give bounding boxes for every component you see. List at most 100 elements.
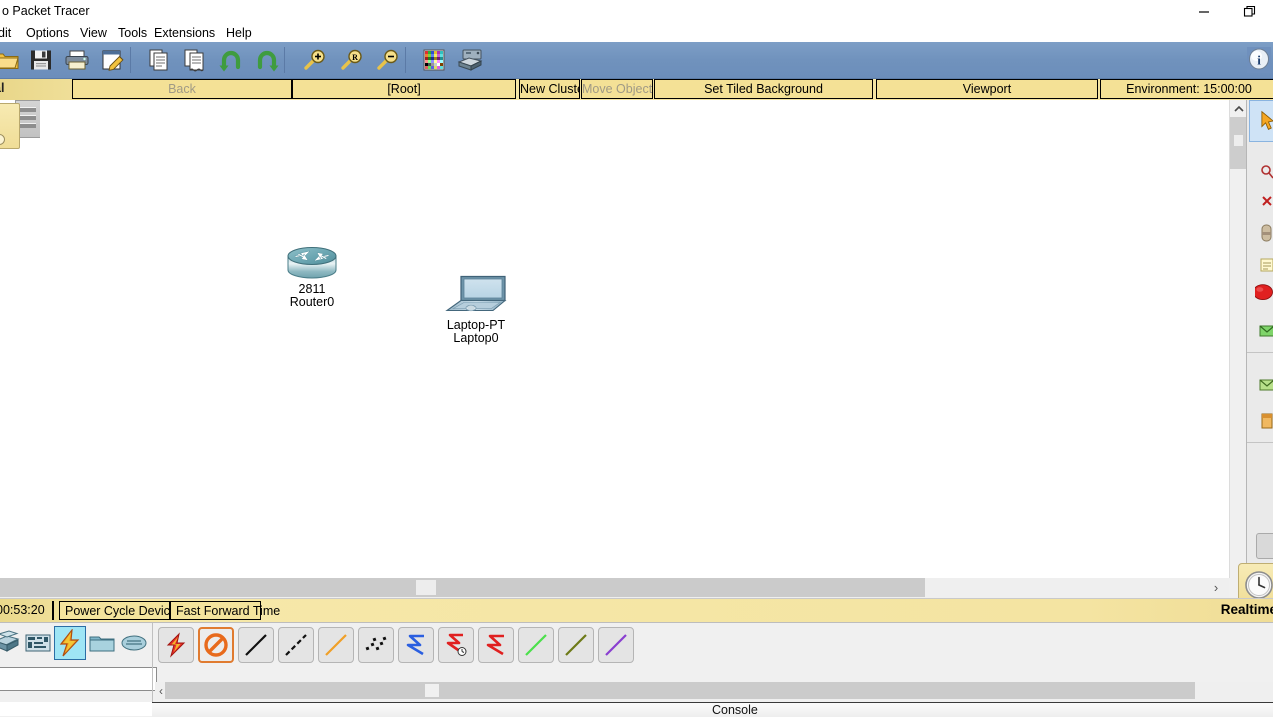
save-button[interactable] bbox=[26, 45, 56, 75]
back-button[interactable]: Back bbox=[72, 79, 292, 99]
resize-shape-tool[interactable] bbox=[1249, 216, 1273, 250]
vertical-scroll-thumb[interactable] bbox=[1230, 117, 1247, 169]
network-devices-type[interactable] bbox=[0, 626, 22, 660]
toolbar-separator bbox=[284, 47, 285, 73]
window-title: o Packet Tracer bbox=[2, 4, 90, 18]
move-object-button[interactable]: Move Object bbox=[581, 79, 653, 99]
connections-scroll-thumb[interactable] bbox=[425, 684, 439, 697]
palette-divider bbox=[1247, 442, 1273, 443]
phone-connection[interactable] bbox=[358, 627, 394, 663]
add-complex-pdu-tool[interactable] bbox=[1249, 368, 1273, 402]
restore-button[interactable] bbox=[1227, 0, 1273, 24]
serial-dte-connection[interactable] bbox=[478, 627, 514, 663]
palette-button[interactable] bbox=[419, 45, 449, 75]
main-toolbar: R i bbox=[0, 42, 1273, 79]
right-tool-palette bbox=[1246, 100, 1273, 578]
svg-text:R: R bbox=[352, 53, 358, 62]
palette-divider bbox=[1247, 352, 1273, 353]
delete-tool[interactable] bbox=[1249, 184, 1273, 218]
laptop-device[interactable]: Laptop-PT Laptop0 bbox=[411, 275, 541, 345]
left-dock-tab[interactable] bbox=[0, 103, 20, 149]
window-controls bbox=[1181, 0, 1273, 24]
open-file-button[interactable] bbox=[0, 45, 22, 75]
fiber-connection[interactable] bbox=[318, 627, 354, 663]
menu-help[interactable]: Help bbox=[222, 24, 256, 42]
laptop-icon bbox=[445, 275, 507, 317]
zoom-reset-button[interactable]: R bbox=[337, 45, 367, 75]
fast-forward-time-button[interactable]: Fast Forward Time bbox=[170, 601, 280, 620]
viewport-button[interactable]: Viewport bbox=[876, 79, 1098, 99]
console-label: Console bbox=[712, 703, 758, 717]
canvas-horizontal-scrollbar[interactable]: › bbox=[0, 578, 1229, 598]
menu-view[interactable]: View bbox=[76, 24, 111, 42]
connections-scroll-track[interactable] bbox=[165, 682, 1195, 699]
activity-wizard-button[interactable] bbox=[98, 45, 128, 75]
add-simple-pdu-tool[interactable] bbox=[1249, 314, 1273, 348]
menu-tools[interactable]: Tools bbox=[114, 24, 151, 42]
set-tiled-background-button[interactable]: Set Tiled Background bbox=[654, 79, 873, 99]
miscellaneous-type[interactable] bbox=[86, 626, 118, 660]
print-button[interactable] bbox=[62, 45, 92, 75]
root-cluster-button[interactable]: [Root] bbox=[292, 79, 516, 99]
new-cluster-button[interactable]: New Cluster bbox=[519, 79, 580, 99]
router-hostname-label: Router0 bbox=[289, 295, 335, 309]
logical-physical-label: al bbox=[0, 81, 5, 95]
toolbar-separator bbox=[405, 47, 406, 73]
custom-devices-button[interactable] bbox=[455, 45, 485, 75]
octal-connection[interactable] bbox=[518, 627, 554, 663]
undo-button[interactable] bbox=[216, 45, 246, 75]
copy-button[interactable] bbox=[144, 45, 174, 75]
power-cycle-devices-button[interactable]: Power Cycle Devices bbox=[59, 601, 183, 620]
zoom-out-button[interactable] bbox=[373, 45, 403, 75]
automatically-choose-connection[interactable] bbox=[158, 627, 194, 663]
bottom-left-filler bbox=[0, 702, 152, 716]
simulation-time-label: 00:53:20 bbox=[0, 603, 45, 617]
horizontal-scroll-thumb[interactable] bbox=[416, 580, 436, 595]
end-devices-type[interactable] bbox=[22, 626, 54, 660]
zoom-in-button[interactable] bbox=[300, 45, 330, 75]
select-tool[interactable] bbox=[1249, 100, 1273, 142]
mode-label: Realtime bbox=[1220, 602, 1273, 617]
device-type-row bbox=[0, 626, 150, 664]
device-search-input[interactable] bbox=[0, 667, 157, 691]
paste-button[interactable] bbox=[180, 45, 210, 75]
laptop-hostname-label: Laptop0 bbox=[453, 331, 499, 345]
status-bar: 00:53:20 Power Cycle Devices Fast Forwar… bbox=[0, 598, 1273, 623]
menu-extensions[interactable]: Extensions bbox=[150, 24, 219, 42]
minimize-button[interactable] bbox=[1181, 0, 1227, 24]
copper-crossover[interactable] bbox=[278, 627, 314, 663]
status-divider bbox=[52, 601, 54, 620]
console-bar: Console bbox=[152, 702, 1273, 717]
copper-straight-through[interactable] bbox=[238, 627, 274, 663]
scroll-right-arrow-icon[interactable]: › bbox=[1206, 578, 1226, 597]
secondary-toolbar: al Back [Root] New Cluster Move Object S… bbox=[0, 79, 1273, 101]
info-button[interactable]: i bbox=[1245, 45, 1273, 75]
left-dock-panel bbox=[0, 100, 42, 578]
palette-bottom-button[interactable] bbox=[1256, 533, 1273, 559]
router-device[interactable]: 2811 Router0 bbox=[247, 245, 377, 309]
scroll-up-arrow-icon[interactable] bbox=[1230, 100, 1247, 117]
canvas-vertical-scrollbar[interactable] bbox=[1229, 100, 1247, 578]
environment-button[interactable]: Environment: 15:00:00 bbox=[1100, 79, 1273, 99]
connections-scrollbar[interactable]: ‹ bbox=[155, 682, 1273, 700]
palette-extra-tool[interactable] bbox=[1249, 404, 1273, 438]
horizontal-scroll-track[interactable] bbox=[0, 578, 925, 597]
menu-bar: dit Options View Tools Extensions Help bbox=[0, 24, 1273, 42]
packet-tracer-window: o Packet Tracer dit Options View Tools E… bbox=[0, 0, 1273, 717]
usb-connection[interactable] bbox=[598, 627, 634, 663]
title-bar: o Packet Tracer bbox=[0, 0, 1273, 24]
multiuser-type[interactable] bbox=[118, 626, 150, 660]
svg-text:i: i bbox=[1257, 53, 1261, 68]
redo-button[interactable] bbox=[252, 45, 282, 75]
toolbar-separator bbox=[130, 47, 131, 73]
menu-options[interactable]: Options bbox=[22, 24, 73, 42]
router-icon bbox=[286, 245, 338, 281]
draw-polygon-tool[interactable] bbox=[1249, 276, 1273, 310]
logical-workspace-canvas[interactable]: 2811 Router0 Laptop-PT Laptop0 bbox=[40, 100, 1229, 578]
connections-type[interactable] bbox=[54, 626, 86, 660]
menu-edit[interactable]: dit bbox=[0, 24, 15, 42]
ieee-connection[interactable] bbox=[558, 627, 594, 663]
coaxial-connection[interactable] bbox=[398, 627, 434, 663]
console-connection[interactable] bbox=[198, 627, 234, 663]
serial-dce-connection[interactable] bbox=[438, 627, 474, 663]
